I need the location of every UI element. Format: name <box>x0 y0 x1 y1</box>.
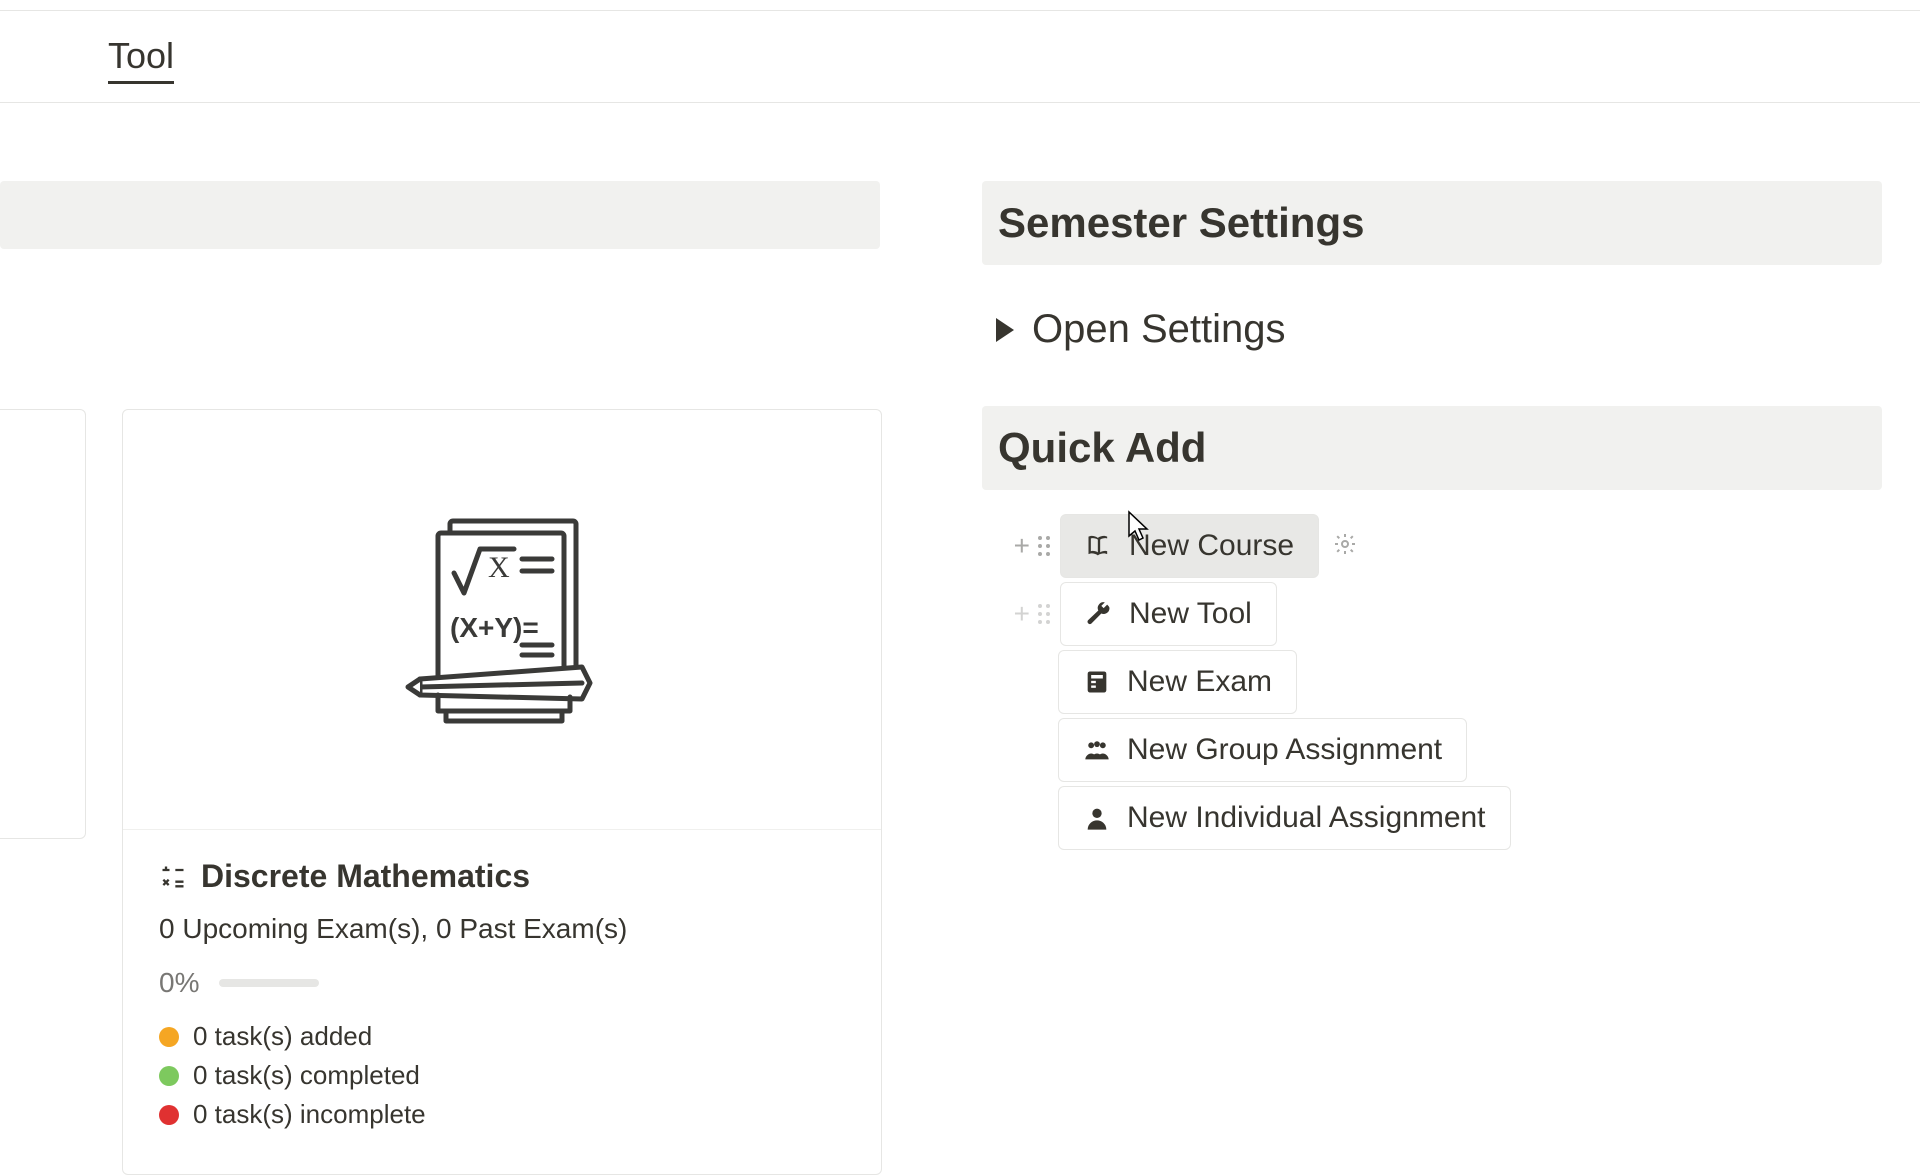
drag-handle-icon[interactable] <box>1038 604 1050 624</box>
task-added-text: 0 task(s) added <box>193 1021 372 1052</box>
new-group-assignment-button[interactable]: New Group Assignment <box>1058 718 1467 782</box>
new-tool-button[interactable]: New Tool <box>1060 582 1277 646</box>
course-image: X (X+Y)= <box>123 410 881 830</box>
course-title-row: Discrete Mathematics <box>159 858 845 895</box>
left-panel: X (X+Y)= <box>0 181 882 1175</box>
open-settings-toggle[interactable]: Open Settings <box>982 289 1882 370</box>
drag-handle-icon[interactable] <box>1038 536 1050 556</box>
new-individual-assignment-label: New Individual Assignment <box>1127 801 1486 835</box>
book-icon <box>1085 532 1113 560</box>
course-title: Discrete Mathematics <box>201 858 530 895</box>
quick-add-title: Quick Add <box>998 424 1206 471</box>
task-completed-text: 0 task(s) completed <box>193 1060 420 1091</box>
course-exam-info: 0 Upcoming Exam(s), 0 Past Exam(s) <box>159 913 845 945</box>
task-incomplete-text: 0 task(s) incomplete <box>193 1099 426 1130</box>
person-icon <box>1083 804 1111 832</box>
course-card[interactable]: X (X+Y)= <box>122 409 882 1175</box>
math-book-icon: X (X+Y)= <box>402 515 602 725</box>
add-icon[interactable]: + <box>1014 530 1030 562</box>
exam-icon <box>1083 668 1111 696</box>
triangle-right-icon <box>996 318 1014 342</box>
main-content: X (X+Y)= <box>0 103 1920 1175</box>
open-settings-label: Open Settings <box>1032 307 1286 352</box>
task-row-completed: 0 task(s) completed <box>159 1060 845 1091</box>
wrench-icon <box>1085 600 1113 628</box>
quick-add-row-tool: + New Tool <box>982 582 1277 646</box>
new-exam-label: New Exam <box>1127 665 1272 699</box>
new-group-assignment-label: New Group Assignment <box>1127 733 1442 767</box>
progress-row: 0% <box>159 967 845 999</box>
semester-settings-title: Semester Settings <box>998 199 1364 246</box>
new-course-button[interactable]: New Course <box>1060 514 1319 578</box>
quick-add-row-course: + New Course <box>982 514 1357 578</box>
row-controls: + <box>982 598 1058 630</box>
group-icon <box>1083 736 1111 764</box>
gear-icon[interactable] <box>1333 532 1357 561</box>
dot-red-icon <box>159 1105 179 1125</box>
svg-text:X: X <box>488 551 510 584</box>
quick-add-row-group: New Group Assignment <box>1058 718 1467 782</box>
course-card-area: X (X+Y)= <box>0 409 882 1175</box>
row-controls: + <box>982 530 1058 562</box>
new-individual-assignment-button[interactable]: New Individual Assignment <box>1058 786 1511 850</box>
task-row-incomplete: 0 task(s) incomplete <box>159 1099 845 1130</box>
course-details: Discrete Mathematics 0 Upcoming Exam(s),… <box>123 830 881 1174</box>
prev-card-edge <box>0 409 86 839</box>
dot-green-icon <box>159 1066 179 1086</box>
quick-add-row-individual: New Individual Assignment <box>1058 786 1511 850</box>
progress-bar <box>219 979 319 987</box>
math-operators-icon <box>159 863 187 891</box>
add-icon[interactable]: + <box>1014 598 1030 630</box>
new-tool-label: New Tool <box>1129 597 1252 631</box>
quick-add-list: + New Course <box>982 514 1882 850</box>
tab-tool[interactable]: Tool <box>108 35 174 84</box>
new-course-label: New Course <box>1129 529 1294 563</box>
right-panel: Semester Settings Open Settings Quick Ad… <box>982 181 1882 1175</box>
svg-text:(X+Y)=: (X+Y)= <box>450 612 539 643</box>
quick-add-row-exam: New Exam <box>1058 650 1297 714</box>
new-exam-button[interactable]: New Exam <box>1058 650 1297 714</box>
progress-percent: 0% <box>159 967 199 999</box>
dot-orange-icon <box>159 1027 179 1047</box>
semester-settings-header: Semester Settings <box>982 181 1882 265</box>
left-grey-bar <box>0 181 880 249</box>
quick-add-header: Quick Add <box>982 406 1882 490</box>
task-row-added: 0 task(s) added <box>159 1021 845 1052</box>
tab-header: Tool <box>0 11 1920 103</box>
